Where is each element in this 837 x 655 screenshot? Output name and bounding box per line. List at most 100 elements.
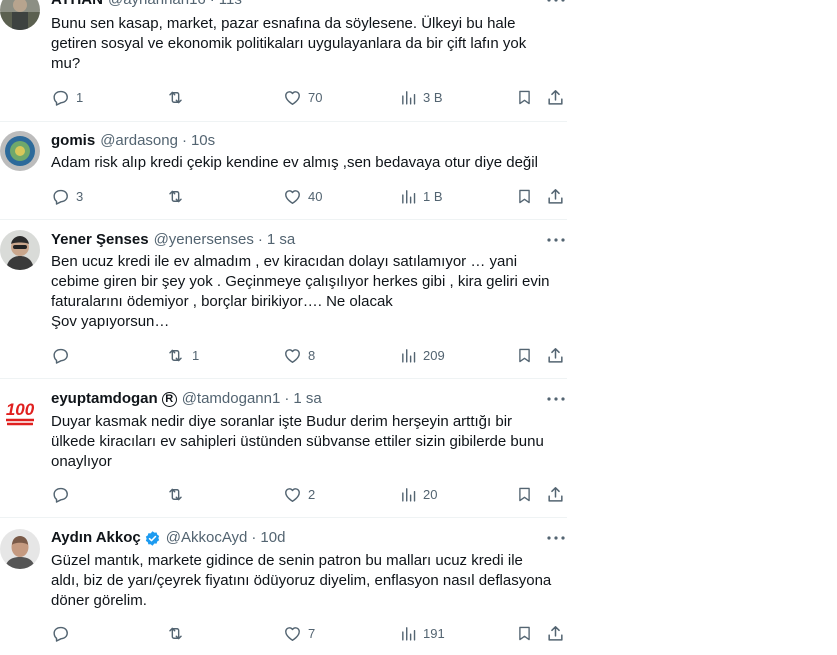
more-icon bbox=[547, 0, 565, 2]
more-options-button[interactable] bbox=[546, 528, 566, 548]
display-name[interactable]: Yener Şenses bbox=[51, 230, 149, 250]
avatar[interactable] bbox=[0, 0, 40, 30]
views-button[interactable]: 1 B bbox=[400, 186, 443, 206]
reply-button[interactable] bbox=[51, 623, 76, 643]
more-icon bbox=[547, 397, 565, 401]
views-button[interactable]: 20 bbox=[400, 484, 437, 504]
user-handle[interactable]: @yenersenses bbox=[154, 230, 254, 250]
tweet-actions: 1 70 3 B bbox=[51, 87, 566, 107]
tweet[interactable]: AYHAN @ayhanhan16 · 11s Bunu sen kasap, … bbox=[0, 0, 567, 122]
bookmark-button[interactable] bbox=[516, 484, 533, 504]
heart-icon bbox=[285, 626, 300, 641]
more-icon bbox=[547, 536, 565, 540]
tweet-text: Duyar kasmak nedir diye soranlar işte Bu… bbox=[51, 412, 566, 472]
like-button[interactable]: 8 bbox=[283, 345, 315, 365]
share-button[interactable] bbox=[546, 484, 565, 504]
views-button[interactable]: 3 B bbox=[400, 87, 443, 107]
timestamp[interactable]: 10s bbox=[191, 131, 215, 151]
tweet[interactable]: 100 eyuptamdogan R @tamdogann1 · 1 sa Du… bbox=[0, 378, 567, 518]
tweet-text: Adam risk alıp kredi çekip kendine ev al… bbox=[51, 153, 566, 173]
share-icon bbox=[548, 188, 563, 204]
share-icon bbox=[548, 486, 563, 502]
avatar[interactable] bbox=[0, 529, 40, 569]
display-name[interactable]: eyuptamdogan bbox=[51, 389, 158, 409]
verified-badge-icon bbox=[144, 530, 161, 547]
user-handle[interactable]: @AkkocAyd bbox=[166, 528, 248, 548]
user-handle[interactable]: @ayhanhan16 bbox=[108, 0, 206, 10]
views-icon bbox=[402, 626, 416, 641]
display-name[interactable]: gomis bbox=[51, 131, 95, 151]
bookmark-icon bbox=[519, 487, 530, 501]
reply-button[interactable] bbox=[51, 484, 76, 504]
bookmark-icon bbox=[519, 189, 530, 203]
like-button[interactable]: 40 bbox=[283, 186, 322, 206]
repost-button[interactable] bbox=[165, 87, 192, 107]
tweet-header: AYHAN @ayhanhan16 · 11s bbox=[51, 0, 242, 10]
repost-icon bbox=[169, 627, 182, 639]
views-button[interactable]: 209 bbox=[400, 345, 445, 365]
separator-dot: · bbox=[257, 231, 263, 248]
display-name[interactable]: AYHAN bbox=[51, 0, 103, 10]
more-options-button[interactable] bbox=[546, 230, 566, 250]
tweet[interactable]: gomis @ardasong · 10s Adam risk alıp kre… bbox=[0, 121, 567, 220]
separator-dot: · bbox=[284, 390, 290, 407]
repost-icon bbox=[169, 91, 182, 103]
bookmark-icon bbox=[519, 626, 530, 640]
avatar[interactable] bbox=[0, 230, 40, 270]
more-options-button[interactable] bbox=[546, 389, 566, 409]
bookmark-button[interactable] bbox=[516, 186, 533, 206]
avatar[interactable]: 100 bbox=[0, 390, 40, 430]
share-button[interactable] bbox=[546, 345, 565, 365]
reply-button[interactable]: 1 bbox=[51, 87, 83, 107]
timestamp[interactable]: 1 sa bbox=[293, 389, 321, 409]
repost-button[interactable] bbox=[165, 623, 192, 643]
views-icon bbox=[402, 90, 416, 105]
tweet-text-line: onaylıyor bbox=[51, 453, 112, 470]
heart-icon bbox=[285, 189, 300, 204]
display-name[interactable]: Aydın Akkoç bbox=[51, 528, 141, 548]
tweet-actions: 7 191 bbox=[51, 623, 566, 643]
reply-button[interactable]: 3 bbox=[51, 186, 83, 206]
repost-icon bbox=[169, 349, 182, 361]
repost-button[interactable] bbox=[165, 186, 192, 206]
reply-button[interactable] bbox=[51, 345, 76, 365]
tweet[interactable]: Yener Şenses @yenersenses · 1 sa Ben ucu… bbox=[0, 219, 567, 379]
user-handle[interactable]: @ardasong bbox=[100, 131, 178, 151]
timestamp[interactable]: 11s bbox=[219, 0, 242, 10]
repost-button[interactable] bbox=[165, 484, 192, 504]
timestamp[interactable]: 10d bbox=[260, 528, 285, 548]
tweet-header: eyuptamdogan R @tamdogann1 · 1 sa bbox=[51, 389, 322, 409]
views-count: 1 B bbox=[423, 188, 443, 204]
user-handle[interactable]: @tamdogann1 bbox=[182, 389, 281, 409]
reply-icon bbox=[53, 348, 68, 364]
bookmark-button[interactable] bbox=[516, 345, 533, 365]
tweet-text-line: Şov yapıyorsun… bbox=[51, 313, 170, 330]
tweet[interactable]: Aydın Akkoç @AkkocAyd · 10d Güzel mantık… bbox=[0, 517, 567, 655]
tweet-text-line: getiren sosyal ve ekonomik politikaları … bbox=[51, 35, 527, 52]
tweet-text-line: faturalarını ödemiyor , borçlar birikiyo… bbox=[51, 293, 393, 310]
like-count: 7 bbox=[308, 625, 316, 641]
like-button[interactable]: 7 bbox=[283, 623, 315, 643]
views-count: 3 B bbox=[423, 89, 443, 105]
timestamp[interactable]: 1 sa bbox=[267, 230, 295, 250]
heart-icon bbox=[285, 90, 300, 105]
views-count: 209 bbox=[423, 347, 445, 363]
more-icon bbox=[547, 238, 565, 242]
heart-icon bbox=[285, 348, 300, 363]
like-button[interactable]: 2 bbox=[283, 484, 315, 504]
bookmark-button[interactable] bbox=[516, 87, 533, 107]
views-button[interactable]: 191 bbox=[400, 623, 445, 643]
repost-button[interactable]: 1 bbox=[165, 345, 199, 365]
repost-icon bbox=[169, 190, 182, 202]
share-button[interactable] bbox=[546, 186, 565, 206]
share-icon bbox=[548, 347, 563, 363]
tweet-text: Ben ucuz kredi ile ev almadım , ev kirac… bbox=[51, 252, 566, 332]
tweet-text: Güzel mantık, markete gidince de senin p… bbox=[51, 551, 566, 611]
like-button[interactable]: 70 bbox=[283, 87, 322, 107]
reply-count: 1 bbox=[76, 89, 84, 105]
avatar[interactable] bbox=[0, 131, 40, 171]
more-options-button[interactable] bbox=[546, 0, 566, 10]
share-button[interactable] bbox=[546, 623, 565, 643]
bookmark-button[interactable] bbox=[516, 623, 533, 643]
share-button[interactable] bbox=[546, 87, 565, 107]
